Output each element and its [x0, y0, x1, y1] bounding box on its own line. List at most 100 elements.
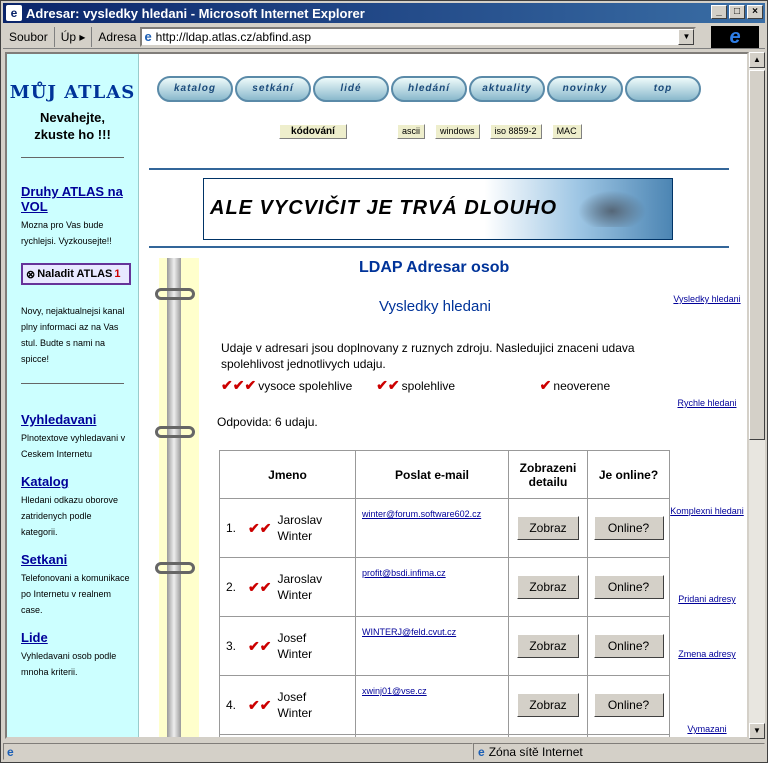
link-lide[interactable]: Lide [21, 630, 138, 645]
address-input[interactable]: http://ldap.atlas.cz/abfind.asp [156, 30, 679, 44]
scroll-up-icon[interactable]: ▲ [749, 52, 765, 68]
divider [21, 157, 124, 158]
legend-low: neoverene [553, 378, 611, 393]
link-vyhledavani[interactable]: Vyhledavani [21, 412, 138, 427]
last-name: Winter [277, 588, 313, 602]
window-title: Adresar: vysledky hledani - Microsoft In… [26, 5, 365, 21]
nav-katalog[interactable]: katalog [157, 76, 233, 102]
binder-decoration [149, 258, 199, 737]
status-zone: Zóna sítě Internet [488, 744, 583, 759]
minimize-button[interactable]: _ [711, 5, 727, 19]
table-row: 2. ✔✔ Jaroslav Winter profit@bsdi.infima.cz… [219, 557, 670, 617]
zobraz-button[interactable]: Zobraz [517, 575, 579, 599]
vyhledavani-text: Plnotextove vyhledavani v Ceskem Interne… [21, 433, 126, 459]
first-name: Jaroslav [277, 572, 323, 586]
ad-banner[interactable]: ALE VYCVIČIT JE TRVÁ DLOUHO [203, 178, 673, 240]
address-bar[interactable]: e http://ldap.atlas.cz/abfind.asp ▼ [140, 26, 697, 47]
double-check-icon: ✔✔ [376, 377, 400, 393]
zobraz-button[interactable]: Zobraz [517, 693, 579, 717]
toolbar: Soubor Úp ▸ Adresa e http://ldap.atlas.c… [3, 25, 765, 49]
status-bar: e e Zóna sítě Internet [3, 742, 765, 761]
naladit-label: Naladit ATLAS [37, 268, 113, 280]
double-check-icon: ✔✔ [248, 519, 272, 536]
menu-soubor[interactable]: Soubor [3, 26, 55, 47]
email-link[interactable]: WINTERJ@feld.cvut.cz [355, 616, 509, 676]
online-button[interactable]: Online? [593, 575, 664, 599]
first-name: Josef [277, 690, 307, 704]
table-row: 3. ✔✔ Josef Winter WINTERJ@feld.cvut.cz Zob… [219, 616, 670, 676]
table-header: Jmeno Poslat e-mail Zobrazeni detailu Je… [219, 450, 670, 499]
title-bar: e Adresar: vysledky hledani - Microsoft … [3, 3, 765, 23]
internet-zone-icon: e [478, 744, 485, 759]
link-komplexni-hledani[interactable]: Komplexni hledani [667, 506, 747, 516]
close-button[interactable]: × [747, 5, 763, 19]
encoding-ascii[interactable]: ascii [397, 124, 426, 139]
table-row: 1. ✔✔ Jaroslav Winter winter@forum.software… [219, 498, 670, 558]
check-icon: ✔ [539, 377, 552, 393]
naladit-atlas-button[interactable]: ⊗ Naladit ATLAS 1 [21, 263, 131, 285]
naladit-number: 1 [114, 268, 121, 280]
encoding-bar: kódování ascii windows iso 8859-2 MAC [279, 124, 582, 139]
nav-lide[interactable]: lidé [313, 76, 389, 102]
online-button[interactable]: Online? [593, 634, 664, 658]
link-vysledky-hledani[interactable]: Vysledky hledani [667, 294, 747, 304]
maximize-button[interactable]: □ [729, 5, 745, 19]
scroll-down-icon[interactable]: ▼ [749, 723, 765, 739]
last-name: Winter [277, 529, 313, 543]
col-online: Je online? [587, 450, 670, 499]
first-name: Josef [277, 631, 307, 645]
encoding-windows[interactable]: windows [435, 124, 480, 139]
nav-aktuality[interactable]: aktuality [469, 76, 545, 102]
results-title: Vysledky hledani [379, 298, 492, 315]
ring-icon [155, 426, 195, 438]
online-button[interactable]: Online? [593, 516, 664, 540]
link-setkani[interactable]: Setkani [21, 552, 138, 567]
nav-setkani[interactable]: setkání [235, 76, 311, 102]
row-number: 2. [226, 580, 237, 594]
page-title: LDAP Adresar osob [359, 259, 510, 276]
nav-novinky[interactable]: novinky [547, 76, 623, 102]
link-rychle-hledani[interactable]: Rychle hledani [667, 398, 747, 408]
nav-top[interactable]: top [625, 76, 701, 102]
double-check-icon: ✔✔ [248, 578, 272, 595]
results-table: Jmeno Poslat e-mail Zobrazeni detailu Je… [219, 450, 670, 737]
dolphin-image [572, 187, 652, 227]
nav-hledani[interactable]: hledání [391, 76, 467, 102]
link-vymazani[interactable]: Vymazani [667, 724, 747, 734]
link-druhy-atlas[interactable]: Druhy ATLAS na VOL [21, 184, 138, 214]
atlas-logo[interactable]: MŮJ ATLAS [7, 82, 138, 103]
kanal-text: Novy, nejaktualnejsi kanal plny informac… [21, 306, 125, 364]
page-viewport: MŮJ ATLAS Nevahejte, zkuste ho !!! Druhy… [5, 52, 749, 739]
table-row [219, 734, 670, 737]
address-label: Adresa [98, 29, 137, 44]
row-number: 1. [226, 521, 237, 535]
ie-logo-icon: e [711, 26, 759, 48]
col-detail: Zobrazeni detailu [508, 450, 588, 499]
druhy-text: Mozna pro Vas bude rychlejsi. Vyzkousejt… [21, 220, 112, 246]
encoding-iso[interactable]: iso 8859-2 [489, 124, 542, 139]
vertical-scrollbar[interactable]: ▲ ▼ [749, 52, 765, 739]
legend-high: vysoce spolehlive [258, 378, 353, 393]
scroll-thumb[interactable] [749, 70, 765, 440]
zobraz-button[interactable]: Zobraz [517, 516, 579, 540]
link-pridani-adresy[interactable]: Pridani adresy [667, 594, 747, 604]
encoding-mac[interactable]: MAC [551, 124, 582, 139]
menu-upravy[interactable]: Úp ▸ [55, 26, 93, 47]
zobraz-button[interactable]: Zobraz [517, 634, 579, 658]
address-dropdown-icon[interactable]: ▼ [678, 28, 695, 45]
double-check-icon: ✔✔ [248, 637, 272, 654]
online-button[interactable]: Online? [593, 693, 664, 717]
email-link[interactable]: winter@forum.software602.cz [355, 498, 509, 558]
top-nav: katalog setkání lidé hledání aktuality n… [157, 76, 701, 102]
email-link[interactable]: profit@bsdi.infima.cz [355, 557, 509, 617]
banner-text: ALE VYCVIČIT JE TRVÁ DLOUHO [210, 197, 558, 219]
lide-text: Vyhledavani osob podle mnoha kriterii. [21, 651, 117, 677]
double-check-icon: ✔✔ [248, 696, 272, 713]
divider [21, 383, 124, 384]
link-zmena-adresy[interactable]: Zmena adresy [667, 649, 747, 659]
link-katalog[interactable]: Katalog [21, 474, 138, 489]
ie-icon: e [6, 5, 22, 21]
ring-icon [155, 288, 195, 300]
row-number: 3. [226, 639, 237, 653]
email-link[interactable]: xwinj01@vse.cz [355, 675, 509, 735]
